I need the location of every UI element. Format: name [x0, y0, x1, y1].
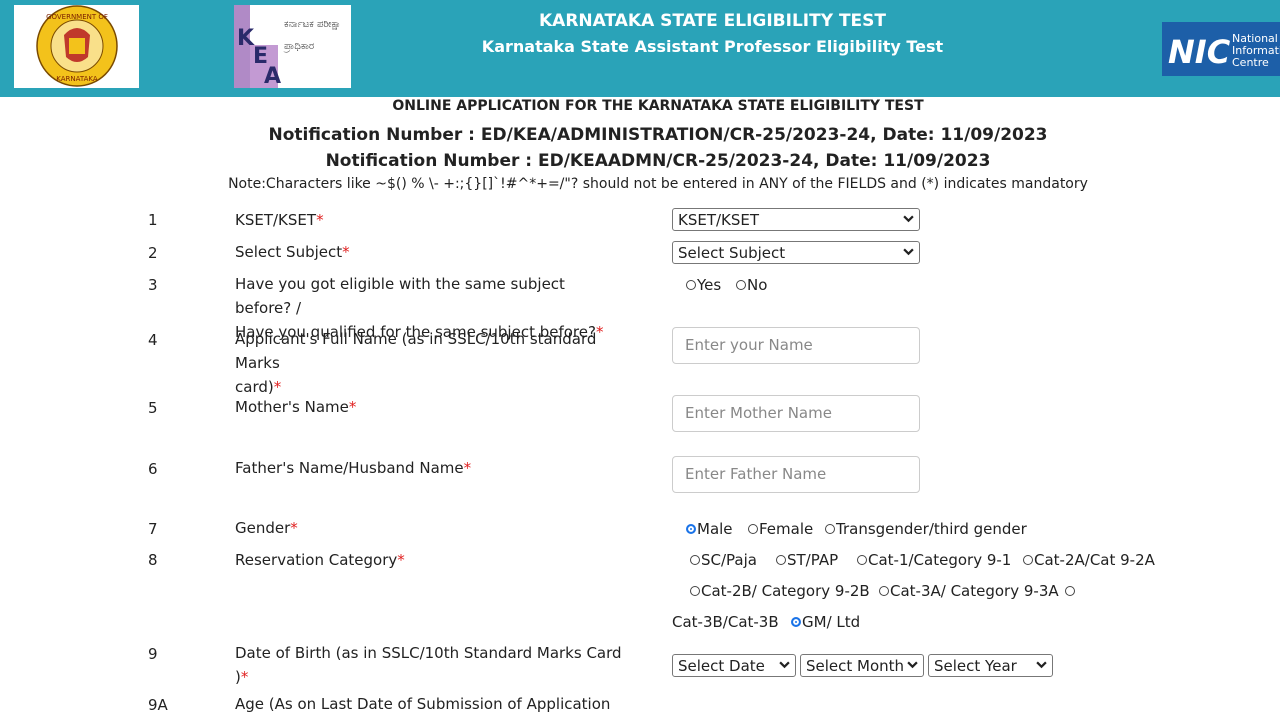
subject-select[interactable]: Select Subject [672, 241, 920, 264]
father-name-label: Father's Name/Husband Name* [235, 459, 472, 477]
row-number: 7 [148, 520, 158, 538]
row-number: 4 [148, 331, 158, 349]
radio-icon [686, 279, 696, 290]
page-heading: ONLINE APPLICATION FOR THE KARNATAKA STA… [392, 98, 924, 114]
chevron-down-icon [907, 661, 918, 669]
svg-text:Centre: Centre [1232, 56, 1269, 69]
full-name-label: Applicant's Full Name (as in SSLC/10th s… [235, 330, 597, 396]
row-number: 6 [148, 460, 158, 478]
kea-logo: K E A ಕರ್ನಾಟಕ ಪರೀಕ್ಷಾ ಪ್ರಾಧಿಕಾರ [234, 5, 351, 89]
radio-checked-icon [686, 523, 696, 534]
category-cat2b-radio[interactable]: Cat-2B/ Category 9-2B [690, 582, 870, 600]
category-sc-radio[interactable]: SC/Paja [690, 551, 757, 569]
gender-transgender-radio[interactable]: Transgender/third gender [825, 520, 1027, 538]
dob-label: Date of Birth (as in SSLC/10th Standard … [235, 644, 622, 686]
full-name-input[interactable]: Enter your Name [672, 327, 920, 364]
eligible-no-radio[interactable]: No [736, 276, 767, 294]
reservation-category-label: Reservation Category* [235, 551, 405, 569]
government-of-karnataka-logo: GOVERNMENT OF KARNATAKA [14, 5, 139, 88]
category-cat3a-radio[interactable]: Cat-3A/ Category 9-3A [879, 582, 1059, 600]
radio-icon [1065, 585, 1075, 596]
kset-label: KSET/KSET* [235, 211, 324, 229]
category-cat2a-radio[interactable]: Cat-2A/Cat 9-2A [1023, 551, 1155, 569]
svg-text:GOVERNMENT OF: GOVERNMENT OF [46, 13, 108, 21]
radio-icon [736, 279, 746, 290]
category-cat3b-label: Cat-3B/Cat-3B [672, 613, 779, 631]
radio-icon [690, 585, 700, 596]
header-title: KARNATAKA STATE ELIGIBILITY TEST [538, 11, 886, 31]
radio-checked-icon [791, 616, 801, 627]
category-cat3b-radio[interactable] [1065, 582, 1076, 600]
nic-logo: NIC National Informatics Centre [1162, 22, 1280, 76]
subject-label: Select Subject* [235, 243, 350, 261]
radio-icon [776, 554, 786, 565]
header-subtitle: Karnataka State Assistant Professor Elig… [481, 37, 944, 56]
row-number: 9A [148, 696, 168, 714]
svg-text:ಪ್ರಾಧಿಕಾರ: ಪ್ರಾಧಿಕಾರ [283, 41, 314, 52]
page-header: GOVERNMENT OF KARNATAKA K E A ಕರ್ನಾಟಕ ಪರ… [0, 0, 1280, 97]
character-note: Note:Characters like ~$() % \- +:;{}[]`!… [228, 176, 1088, 192]
row-number: 3 [148, 276, 158, 294]
row-number: 5 [148, 399, 158, 417]
chevron-down-icon [903, 248, 914, 256]
row-number: 9 [148, 645, 158, 663]
svg-text:KARNATAKA: KARNATAKA [56, 75, 98, 83]
notification-number-1: Notification Number : ED/KEA/ADMINISTRAT… [268, 125, 1048, 145]
category-st-radio[interactable]: ST/PAP [776, 551, 838, 569]
radio-icon [748, 523, 758, 534]
mother-name-input[interactable]: Enter Mother Name [672, 395, 920, 432]
dob-date-select[interactable]: Select Date [672, 654, 796, 677]
radio-icon [1023, 554, 1033, 565]
chevron-down-icon [903, 215, 914, 223]
row-number: 2 [148, 244, 158, 262]
svg-text:A: A [264, 64, 281, 88]
eligible-yes-radio[interactable]: Yes [686, 276, 721, 294]
category-cat1-radio[interactable]: Cat-1/Category 9-1 [857, 551, 1011, 569]
radio-icon [879, 585, 889, 596]
radio-icon [690, 554, 700, 565]
age-label: Age (As on Last Date of Submission of Ap… [235, 695, 611, 713]
row-number: 8 [148, 551, 158, 569]
svg-text:ಕರ್ನಾಟಕ ಪರೀಕ್ಷಾ: ಕರ್ನಾಟಕ ಪರೀಕ್ಷಾ [284, 19, 341, 30]
category-gm-radio[interactable]: GM/ Ltd [791, 613, 860, 631]
row-number: 1 [148, 211, 158, 229]
notification-number-2: Notification Number : ED/KEAADMN/CR-25/2… [325, 151, 991, 171]
chevron-down-icon [1036, 661, 1047, 669]
dob-month-select[interactable]: Select Month [800, 654, 924, 677]
dob-year-select[interactable]: Select Year [928, 654, 1053, 677]
kset-select[interactable]: KSET/KSET [672, 208, 920, 231]
gender-male-radio[interactable]: Male [686, 520, 733, 538]
svg-text:NIC: NIC [1168, 33, 1231, 71]
gender-female-radio[interactable]: Female [748, 520, 813, 538]
radio-icon [857, 554, 867, 565]
radio-icon [825, 523, 835, 534]
chevron-down-icon [779, 661, 790, 669]
mother-name-label: Mother's Name* [235, 398, 357, 416]
gender-label: Gender* [235, 519, 298, 537]
father-name-input[interactable]: Enter Father Name [672, 456, 920, 493]
